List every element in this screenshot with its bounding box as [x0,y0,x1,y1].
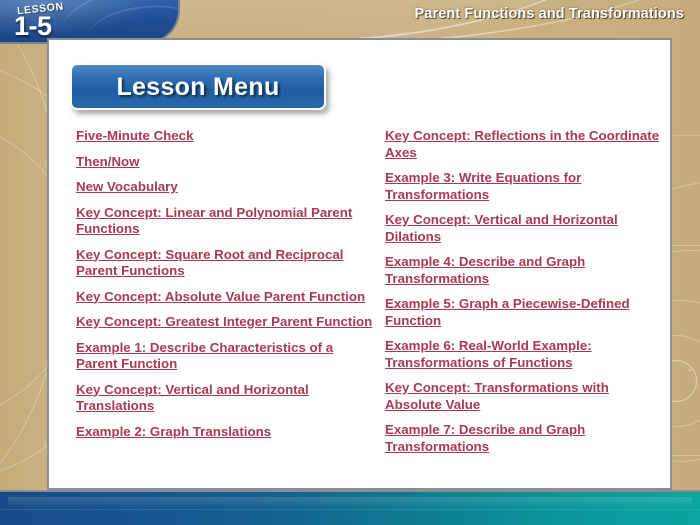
menu-item-key-concept-translations[interactable]: Key Concept: Vertical and Horizontal Tra… [76,382,376,415]
menu-item-example-4[interactable]: Example 4: Describe and Graph Transforma… [385,254,660,287]
menu-left-column: Five-Minute Check Then/Now New Vocabular… [76,128,376,449]
lesson-menu-title: Lesson Menu [116,73,280,101]
menu-item-example-1[interactable]: Example 1: Describe Characteristics of a… [76,340,376,373]
slide-footer-bar [0,490,700,525]
menu-item-key-concept-absolute-value[interactable]: Key Concept: Absolute Value Parent Funct… [76,289,376,306]
menu-item-example-7[interactable]: Example 7: Describe and Graph Transforma… [385,422,660,455]
menu-item-key-concept-linear-polynomial[interactable]: Key Concept: Linear and Polynomial Paren… [76,205,376,238]
menu-item-key-concept-absolute-value-transformations[interactable]: Key Concept: Transformations with Absolu… [385,380,660,413]
lesson-label: LESSON [16,0,65,18]
menu-item-key-concept-square-root-reciprocal[interactable]: Key Concept: Square Root and Reciprocal … [76,247,376,280]
presentation-slide: Parent Functions and Transformations LES… [0,0,700,525]
menu-item-example-6[interactable]: Example 6: Real-World Example: Transform… [385,338,660,371]
menu-item-key-concept-greatest-integer[interactable]: Key Concept: Greatest Integer Parent Fun… [76,314,376,331]
menu-item-key-concept-reflections[interactable]: Key Concept: Reflections in the Coordina… [385,128,660,161]
lesson-number: 1-5 [14,11,52,41]
menu-item-new-vocabulary[interactable]: New Vocabulary [76,179,376,196]
menu-item-key-concept-dilations[interactable]: Key Concept: Vertical and Horizontal Dil… [385,212,660,245]
menu-item-example-5[interactable]: Example 5: Graph a Piecewise-Defined Fun… [385,296,660,329]
menu-item-example-2[interactable]: Example 2: Graph Translations [76,424,376,441]
page-title: Parent Functions and Transformations [414,6,684,22]
menu-right-column: Key Concept: Reflections in the Coordina… [385,128,660,464]
menu-item-example-3[interactable]: Example 3: Write Equations for Transform… [385,170,660,203]
lesson-menu-banner: Lesson Menu [70,63,326,110]
menu-item-then-now[interactable]: Then/Now [76,154,376,171]
menu-item-five-minute-check[interactable]: Five-Minute Check [76,128,376,145]
